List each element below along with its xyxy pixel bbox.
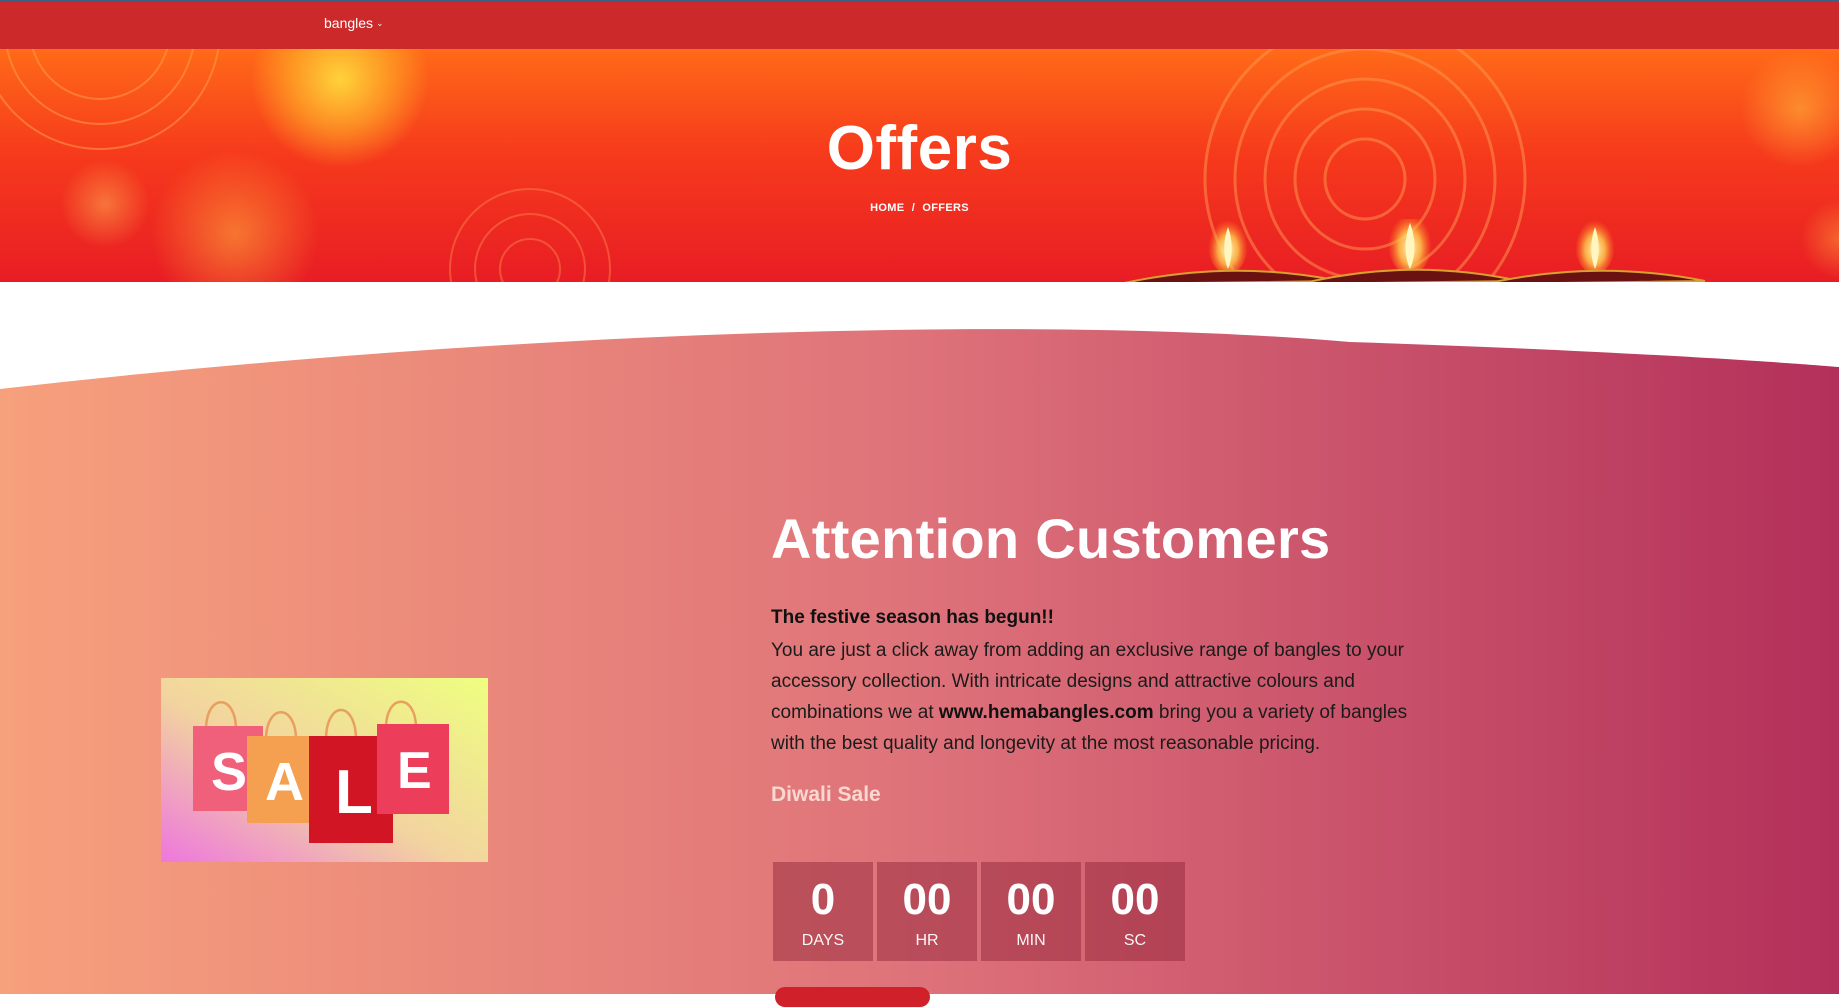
countdown-seconds: 00 SC bbox=[1085, 862, 1185, 961]
shop-now-button[interactable] bbox=[775, 987, 930, 1007]
sale-bags-image: S A L E bbox=[161, 678, 488, 862]
diya-lamps-image bbox=[1124, 219, 1706, 282]
countdown-minutes: 00 MIN bbox=[981, 862, 1081, 961]
countdown-value: 00 bbox=[1110, 875, 1160, 924]
countdown-label: SC bbox=[1123, 932, 1147, 949]
nav-menu-bangles[interactable]: bangles ⌄ bbox=[324, 15, 384, 31]
breadcrumb-home-link[interactable]: HOME bbox=[870, 202, 904, 214]
offer-heading: Attention Customers bbox=[771, 507, 1331, 570]
top-navbar: bangles ⌄ bbox=[0, 2, 1839, 49]
sale-letter-l: L bbox=[335, 758, 373, 827]
countdown-label: HR bbox=[915, 932, 939, 949]
breadcrumb-separator: / bbox=[911, 202, 916, 214]
breadcrumb-current: OFFERS bbox=[922, 202, 969, 214]
mandala-decoration-center bbox=[449, 188, 611, 282]
offer-intro: The festive season has begun!! bbox=[771, 607, 1054, 628]
countdown-label: DAYS bbox=[801, 932, 845, 949]
countdown-days: 0 DAYS bbox=[773, 862, 873, 961]
offer-description: You are just a click away from adding an… bbox=[771, 635, 1431, 759]
sale-name: Diwali Sale bbox=[771, 783, 881, 806]
nav-menu-label: bangles bbox=[324, 15, 374, 31]
countdown-label: MIN bbox=[1016, 932, 1046, 949]
sale-letter-s: S bbox=[211, 742, 247, 802]
page-title: Offers bbox=[826, 114, 1013, 183]
countdown-value: 0 bbox=[810, 875, 836, 924]
sale-letter-a: A bbox=[265, 752, 304, 812]
countdown-timer: 0 DAYS 00 HR 00 MIN 00 SC bbox=[773, 862, 1185, 961]
sale-letter-e: E bbox=[397, 742, 432, 800]
breadcrumb: HOME / OFFERS bbox=[0, 202, 1839, 214]
chevron-down-icon: ⌄ bbox=[376, 17, 384, 28]
countdown-hours: 00 HR bbox=[877, 862, 977, 961]
countdown-value: 00 bbox=[902, 875, 952, 924]
countdown-value: 00 bbox=[1006, 875, 1056, 924]
hero-banner: Offers HOME / OFFERS bbox=[0, 49, 1839, 282]
offer-content: Attention Customers The festive season h… bbox=[771, 506, 1431, 807]
website-link[interactable]: www.hemabangles.com bbox=[939, 702, 1154, 723]
